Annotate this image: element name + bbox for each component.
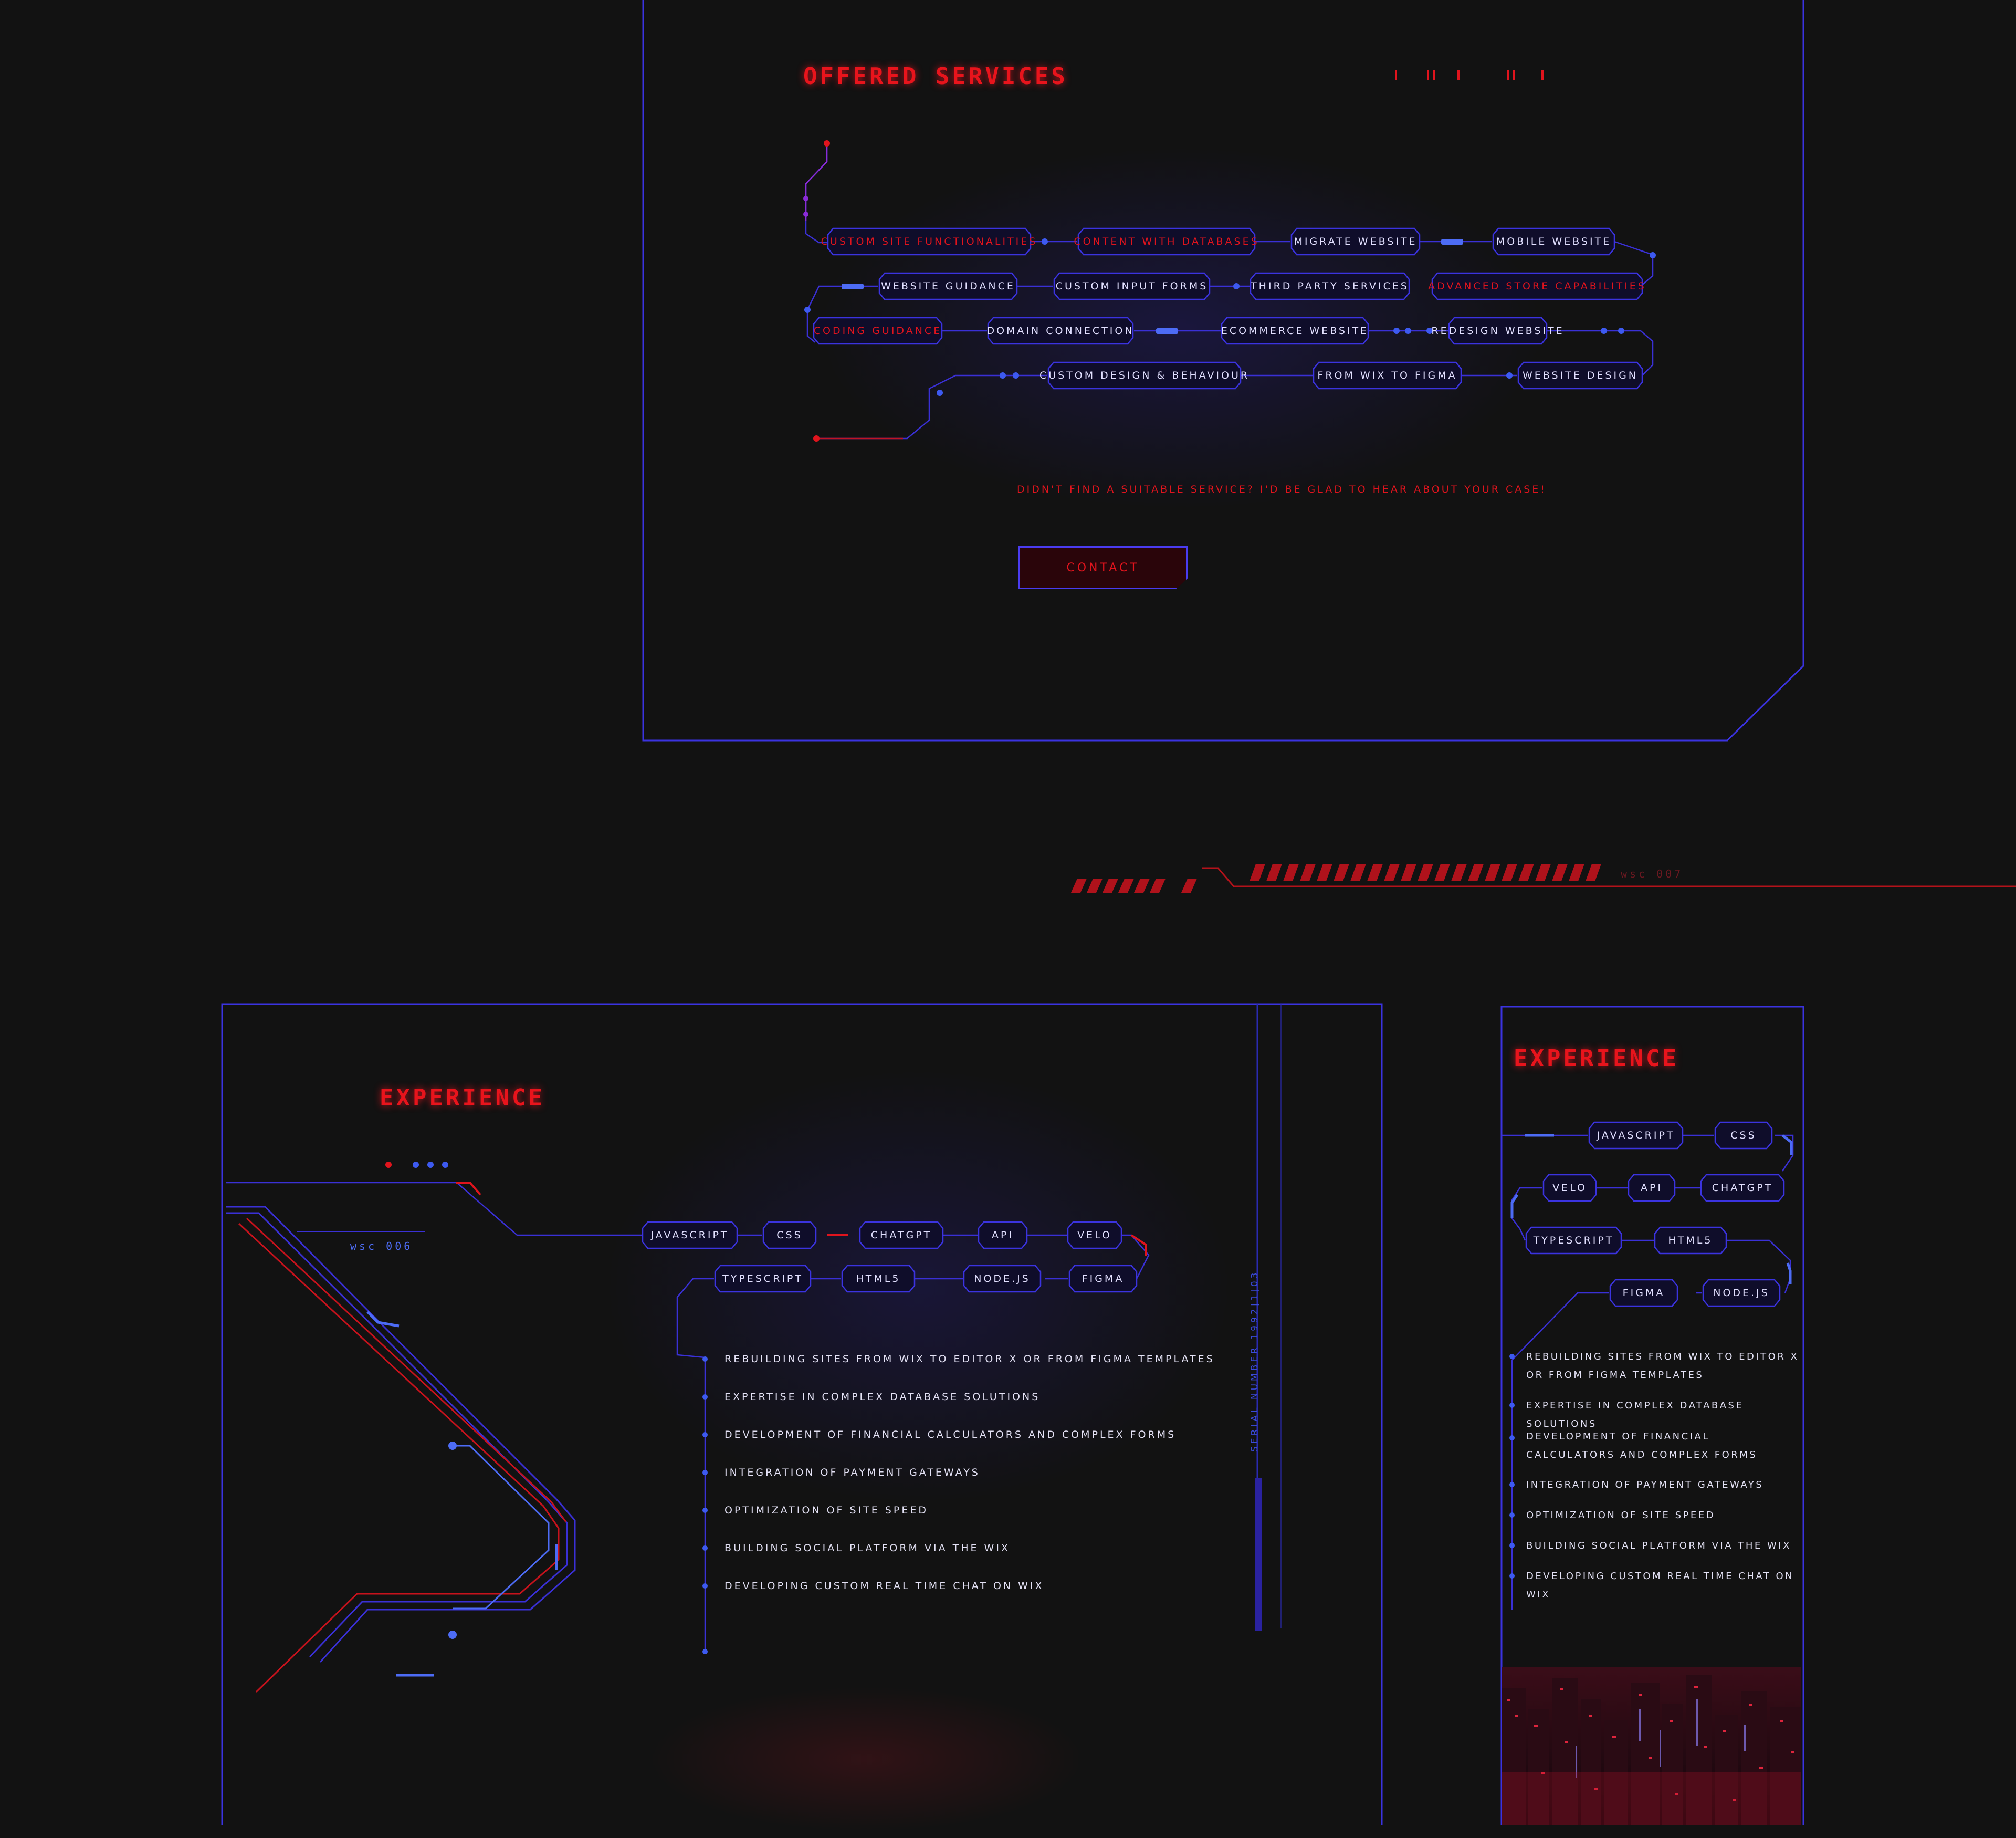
service-tag-label: Custom input forms <box>1055 280 1209 292</box>
skill-tag[interactable]: TypeScript <box>1525 1226 1622 1255</box>
service-tag[interactable]: Website guidance <box>878 272 1018 300</box>
service-tag-label: Third party services <box>1251 280 1409 292</box>
skill-tag[interactable]: API <box>1628 1174 1676 1202</box>
services-cta-text: DIDN'T FIND A SUITABLE SERVICE? I'D BE G… <box>1017 484 1547 495</box>
skill-label: Node.js <box>1713 1287 1770 1299</box>
skill-label: JavaScript <box>650 1229 729 1241</box>
service-tag[interactable]: Coding guidance <box>813 317 943 345</box>
experience-bullet: Rebuilding sites from wix to editor x or… <box>724 1353 1215 1365</box>
service-tag-label: Coding guidance <box>813 325 942 337</box>
skill-tag[interactable]: ChatGPT <box>1700 1174 1785 1202</box>
experience-title: EXPERIENCE <box>380 1084 545 1111</box>
skill-tag[interactable]: Figma <box>1068 1265 1138 1293</box>
experience-mobile-bullet: Rebuilding sites from wix to editor x or… <box>1526 1351 1799 1381</box>
skill-label: TypeScript <box>722 1273 803 1284</box>
service-tag[interactable]: Redesign website <box>1431 317 1562 345</box>
skill-tag[interactable]: CSS <box>1714 1121 1773 1150</box>
service-tag-label: Mobile website <box>1496 236 1612 247</box>
service-tag[interactable]: Website design <box>1517 361 1643 390</box>
experience-mobile-title: EXPERIENCE <box>1514 1045 1679 1072</box>
skill-label: API <box>991 1229 1014 1241</box>
experience-mobile-bullet: Building social platform via the wix <box>1526 1540 1791 1551</box>
section-divider <box>1071 864 2016 893</box>
services-title: OFFERED SERVICES <box>803 63 1068 90</box>
service-tag-label: Content with databases <box>1074 236 1259 247</box>
service-tag[interactable]: Domain connection <box>986 317 1135 345</box>
service-tag[interactable]: Migrate website <box>1290 227 1421 256</box>
skill-tag[interactable]: CSS <box>762 1221 817 1249</box>
skill-tag[interactable]: JavaScript <box>642 1221 738 1249</box>
experience-bullet: Integration of payment gateways <box>724 1467 980 1478</box>
service-tag-label: Website guidance <box>881 280 1015 292</box>
skill-tag[interactable]: TypeScript <box>714 1265 812 1293</box>
skill-tag[interactable]: ChatGPT <box>859 1221 944 1249</box>
city-image <box>1502 1667 1801 1825</box>
skill-label: Velo <box>1077 1229 1112 1241</box>
skill-label: Node.js <box>974 1273 1031 1284</box>
service-tag[interactable]: From Wix to Figma <box>1312 361 1462 390</box>
service-tag-label: Advanced store capabilities <box>1428 280 1646 292</box>
experience-mobile-bullet: Integration of payment gateways <box>1526 1479 1764 1490</box>
skill-tag[interactable]: Figma <box>1609 1279 1678 1307</box>
experience-code: wsc 006 <box>350 1240 413 1252</box>
service-tag[interactable]: Custom design & behaviour <box>1040 361 1247 390</box>
divider-code: wsc 007 <box>1621 868 1684 880</box>
skill-tag[interactable]: HTML5 <box>841 1265 916 1293</box>
skill-tag[interactable]: Node.js <box>1702 1279 1781 1307</box>
skill-label: ChatGPT <box>870 1229 932 1241</box>
skill-label: ChatGPT <box>1712 1182 1773 1194</box>
experience-bullet: Expertise in complex database solutions <box>724 1391 1041 1403</box>
service-tag[interactable]: Mobile website <box>1492 227 1615 256</box>
service-tag-label: From Wix to Figma <box>1317 370 1457 381</box>
service-tag-label: Custom design & behaviour <box>1039 370 1250 381</box>
serial-number: SERIAL NUMBER 1992|1|03 <box>1250 1270 1260 1452</box>
service-tag[interactable]: Third party services <box>1250 272 1410 300</box>
skill-tag[interactable]: API <box>978 1221 1028 1249</box>
skill-label: Velo <box>1552 1182 1587 1194</box>
experience-mobile-bullet: Development of financial calculators and… <box>1526 1431 1758 1460</box>
skill-label: CSS <box>776 1229 803 1241</box>
skill-label: HTML5 <box>1668 1235 1713 1246</box>
service-tag-label: Redesign website <box>1431 325 1564 337</box>
service-tag-label: Migrate website <box>1294 236 1418 247</box>
service-tag-label: Website design <box>1522 370 1639 381</box>
experience-mobile-bullet: Developing custom real time chat on wix <box>1526 1571 1794 1600</box>
experience-bullet: Development of financial calculators and… <box>724 1429 1177 1440</box>
service-tag-label: Custom site functionalities <box>821 236 1038 247</box>
skill-label: Figma <box>1622 1287 1665 1299</box>
skill-label: CSS <box>1730 1130 1757 1141</box>
service-tag-label: eCommerce website <box>1221 325 1369 337</box>
skill-label: TypeScript <box>1533 1235 1614 1246</box>
experience-bullet: Building social platform via the wix <box>724 1542 1010 1554</box>
skill-label: JavaScript <box>1597 1130 1675 1141</box>
skill-label: Figma <box>1082 1273 1125 1284</box>
skill-label: HTML5 <box>856 1273 901 1284</box>
skill-label: API <box>1640 1182 1663 1194</box>
skill-tag[interactable]: Velo <box>1542 1174 1597 1202</box>
service-tag[interactable]: Content with databases <box>1074 227 1259 256</box>
skill-tag[interactable]: JavaScript <box>1588 1121 1684 1150</box>
service-tag[interactable]: Custom input forms <box>1053 272 1211 300</box>
experience-bullet: Optimization of site speed <box>724 1505 928 1516</box>
skill-tag[interactable]: HTML5 <box>1654 1226 1727 1255</box>
skill-tag[interactable]: Velo <box>1067 1221 1122 1249</box>
experience-bullet: Developing custom real time chat on wix <box>724 1580 1044 1592</box>
service-tag[interactable]: eCommerce website <box>1221 317 1369 345</box>
contact-button[interactable]: CONTACT <box>1018 546 1188 589</box>
services-panel-frame <box>642 0 1804 742</box>
service-tag[interactable]: Advanced store capabilities <box>1428 272 1646 300</box>
experience-mobile-bullet: Optimization of site speed <box>1526 1510 1716 1521</box>
skill-tag[interactable]: Node.js <box>963 1265 1042 1293</box>
service-tag-label: Domain connection <box>986 325 1135 337</box>
service-tag[interactable]: Custom site functionalities <box>821 227 1035 256</box>
